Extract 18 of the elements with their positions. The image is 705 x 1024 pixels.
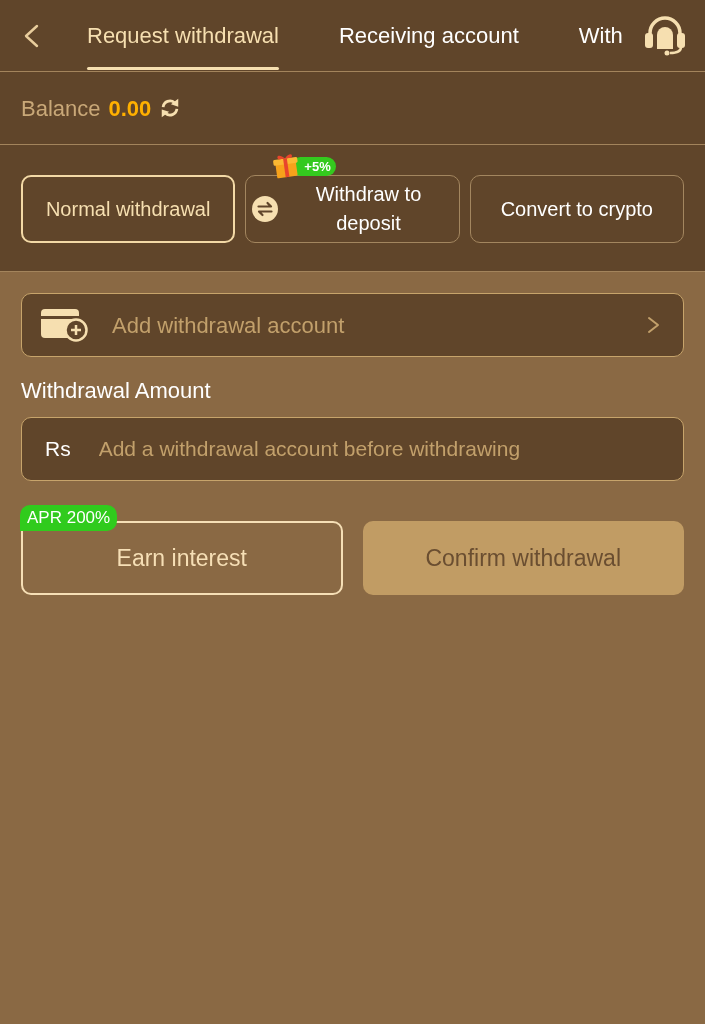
apr-badge: APR 200% <box>20 505 118 531</box>
wallet-plus-icon <box>41 308 88 342</box>
tab[interactable]: Request withdrawal <box>87 0 279 71</box>
amount-field[interactable]: Rs Add a withdrawal account before withdrawing <box>21 417 684 481</box>
method-option[interactable]: Convert to crypto <box>469 175 684 243</box>
chevron-right-icon <box>647 316 661 334</box>
balance-label: Balance <box>21 94 101 123</box>
tab[interactable]: With <box>578 0 623 71</box>
amount-label: Withdrawal Amount <box>21 377 212 405</box>
headset-icon[interactable] <box>644 15 686 56</box>
balance-amount: 0.00 <box>108 94 152 123</box>
add-account-button[interactable]: Add withdrawal account <box>21 293 684 357</box>
method-option[interactable]: Normal withdrawal <box>21 175 236 243</box>
amount-input[interactable]: Add a withdrawal account before withdrawing <box>98 433 673 465</box>
back-icon[interactable] <box>22 23 40 48</box>
swap-icon <box>252 196 279 222</box>
tab[interactable]: Receiving account <box>339 0 519 71</box>
currency-label: Rs <box>45 436 71 463</box>
